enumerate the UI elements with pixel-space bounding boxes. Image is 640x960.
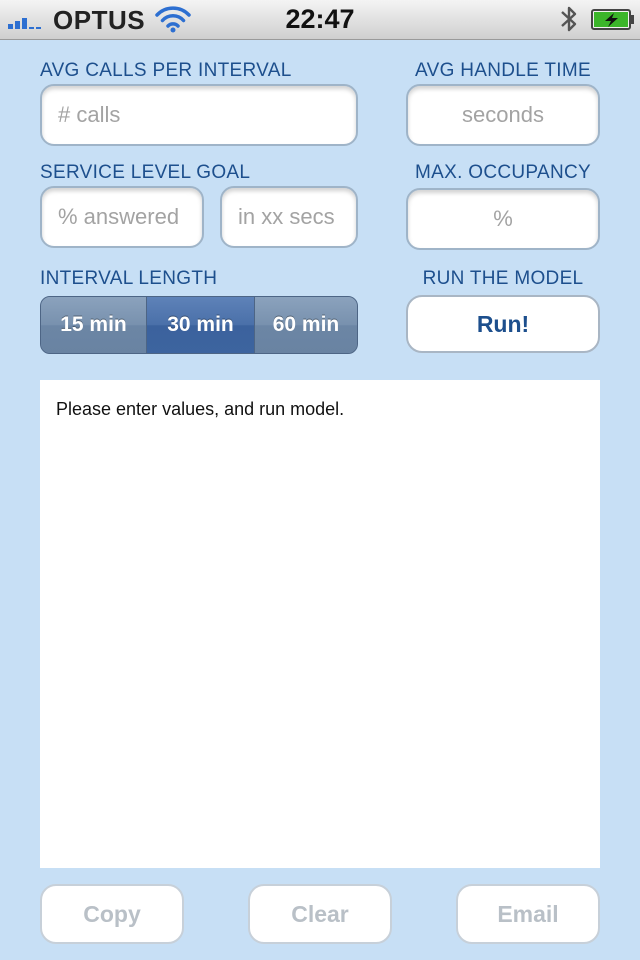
max-occupancy-input[interactable] [406, 188, 600, 250]
avg-calls-label: AVG CALLS PER INTERVAL [40, 60, 292, 81]
results-text-area[interactable]: Please enter values, and run model. [40, 380, 600, 868]
run-model-label: RUN THE MODEL [422, 268, 584, 289]
segment-60-min[interactable]: 60 min [254, 297, 357, 353]
avg-handle-time-input[interactable] [406, 84, 600, 146]
clear-button[interactable]: Clear [248, 884, 392, 944]
email-button[interactable]: Email [456, 884, 600, 944]
segment-15-min[interactable]: 15 min [41, 297, 146, 353]
battery-charging-icon [591, 9, 634, 30]
status-bar: OPTUS 22:47 [0, 0, 640, 40]
avg-handle-time-label: AVG HANDLE TIME [415, 60, 591, 81]
results-message: Please enter values, and run model. [56, 399, 345, 419]
interval-length-segmented-control: 15 min 30 min 60 min [40, 296, 358, 354]
max-occupancy-label: MAX. OCCUPANCY [415, 162, 591, 183]
service-level-percent-input[interactable] [40, 186, 204, 248]
copy-button[interactable]: Copy [40, 884, 184, 944]
run-button[interactable]: Run! [406, 295, 600, 353]
avg-calls-input[interactable] [40, 84, 358, 146]
segment-30-min[interactable]: 30 min [146, 297, 254, 353]
service-level-seconds-input[interactable] [220, 186, 358, 248]
bluetooth-icon [561, 6, 577, 32]
service-level-label: SERVICE LEVEL GOAL [40, 162, 251, 183]
status-time: 22:47 [285, 4, 355, 34]
interval-length-label: INTERVAL LENGTH [40, 268, 218, 289]
